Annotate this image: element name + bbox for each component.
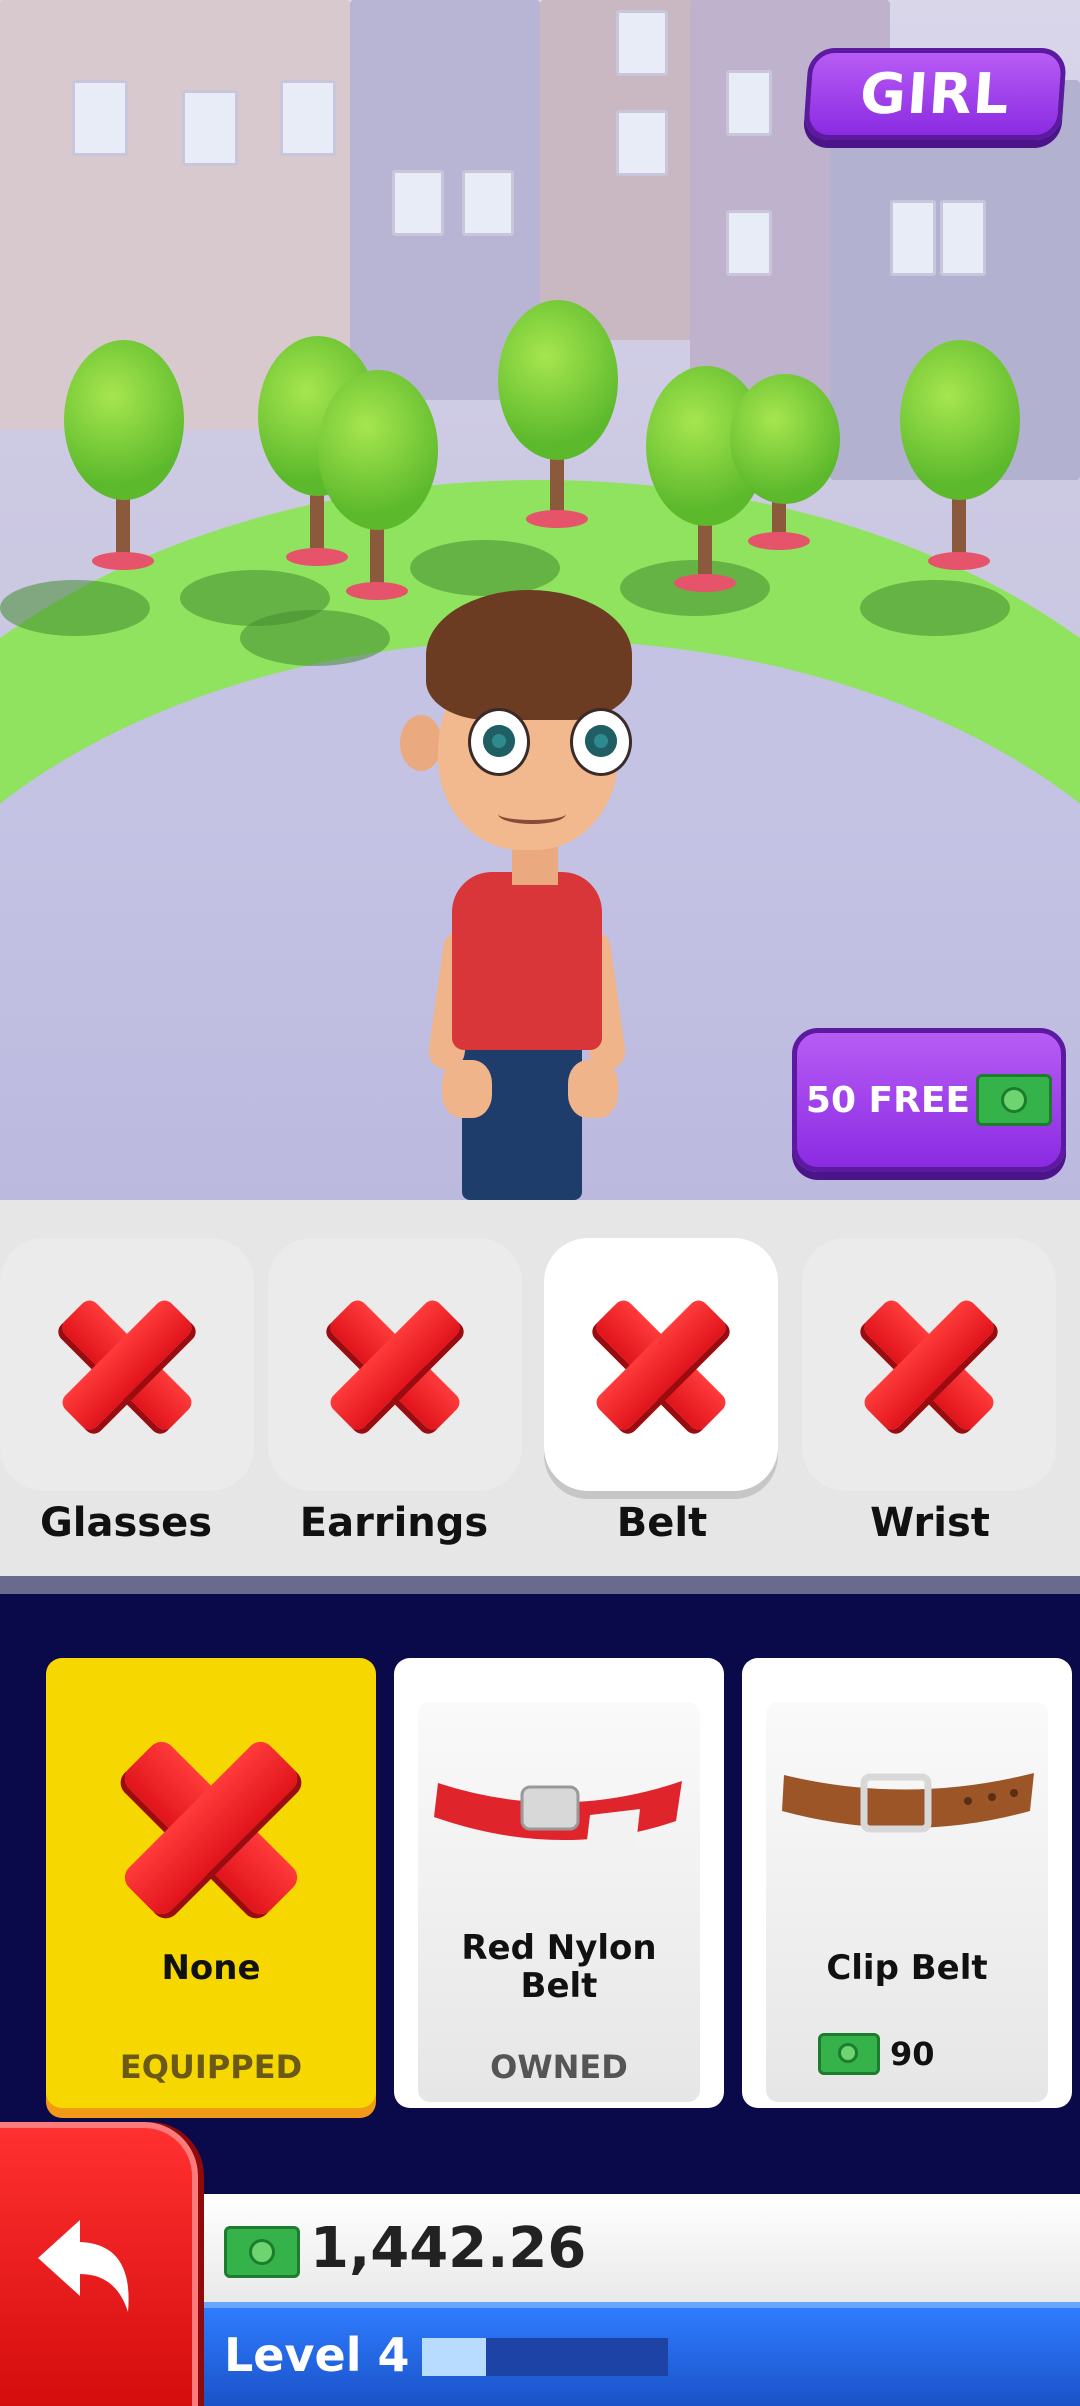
window bbox=[616, 110, 668, 176]
girl-button[interactable]: GIRL bbox=[802, 48, 1068, 140]
item-card-clip-belt[interactable]: Clip Belt 90 bbox=[742, 1658, 1072, 2108]
level-progress-fill bbox=[422, 2338, 486, 2376]
window bbox=[890, 200, 936, 276]
back-button[interactable] bbox=[0, 2122, 198, 2406]
tab-wrist-label: Wrist bbox=[870, 1500, 990, 1546]
clip-belt-icon bbox=[782, 1773, 1034, 1833]
character-eye bbox=[570, 708, 632, 776]
window bbox=[72, 80, 128, 156]
window bbox=[616, 10, 668, 76]
window bbox=[940, 200, 986, 276]
window bbox=[182, 90, 238, 166]
window bbox=[726, 70, 772, 136]
level-label: Level 4 bbox=[224, 2328, 410, 2382]
item-price-value: 90 bbox=[890, 2035, 935, 2073]
item-name: None bbox=[161, 1948, 261, 1988]
level-progress-track bbox=[422, 2338, 668, 2376]
red-x-icon bbox=[320, 1290, 470, 1440]
item-name-line1: Red Nylon bbox=[461, 1928, 657, 1968]
tab-belt[interactable] bbox=[544, 1238, 778, 1491]
tab-earrings-label: Earrings bbox=[299, 1500, 489, 1546]
red-nylon-belt-icon bbox=[434, 1781, 682, 1849]
character-preview-scene: GIRL 50 FREE bbox=[0, 0, 1080, 1200]
tree-shadow bbox=[240, 610, 390, 666]
character-red-shirt bbox=[452, 872, 602, 1050]
red-x-icon bbox=[111, 1728, 311, 1928]
character-mouth bbox=[498, 804, 566, 824]
red-x-icon bbox=[586, 1290, 736, 1440]
item-card-none[interactable]: None EQUIPPED bbox=[46, 1658, 376, 2108]
tab-wrist[interactable] bbox=[802, 1238, 1056, 1491]
girl-button-label: GIRL bbox=[857, 61, 1013, 127]
accessory-category-tabs: Glasses Earrings Belt Wrist bbox=[0, 1200, 1080, 1576]
tree-planter bbox=[526, 510, 588, 528]
item-status: OWNED bbox=[490, 2048, 628, 2086]
character-hand bbox=[568, 1060, 618, 1118]
tree-foliage bbox=[318, 370, 438, 530]
free-cash-button[interactable]: 50 FREE bbox=[792, 1028, 1066, 1172]
item-card-red-nylon-belt[interactable]: Red Nylon Belt OWNED bbox=[394, 1658, 724, 2108]
red-x-icon bbox=[52, 1290, 202, 1440]
tab-glasses[interactable] bbox=[0, 1238, 254, 1491]
item-list: None EQUIPPED Red Nylon Belt OWNED Clip … bbox=[0, 1594, 1080, 2194]
window bbox=[392, 170, 444, 236]
item-price: 90 bbox=[818, 2033, 935, 2075]
player-character bbox=[400, 590, 660, 1200]
money-balance: 1,442.26 bbox=[310, 2216, 587, 2281]
tree-planter bbox=[92, 552, 154, 570]
tree-foliage bbox=[498, 300, 618, 460]
item-status: EQUIPPED bbox=[119, 2048, 303, 2086]
tree-shadow bbox=[0, 580, 150, 636]
free-cash-label: 50 FREE bbox=[805, 1079, 971, 1121]
character-ear bbox=[400, 715, 442, 771]
money-bar: 1,442.26 bbox=[192, 2194, 1080, 2302]
tree-foliage bbox=[64, 340, 184, 500]
tree-foliage bbox=[900, 340, 1020, 500]
tree-planter bbox=[346, 582, 408, 600]
tab-belt-label: Belt bbox=[616, 1500, 708, 1546]
tree-foliage bbox=[730, 374, 840, 504]
item-name: Clip Belt bbox=[826, 1948, 988, 1988]
window bbox=[726, 210, 772, 276]
tab-earrings[interactable] bbox=[268, 1238, 522, 1491]
item-name-line2: Belt bbox=[520, 1966, 598, 2006]
tree-planter bbox=[286, 548, 348, 566]
tree-planter bbox=[928, 552, 990, 570]
character-neck bbox=[512, 845, 558, 885]
cash-icon bbox=[224, 2226, 300, 2278]
character-eye bbox=[468, 708, 530, 776]
character-hair bbox=[426, 590, 632, 720]
character-hand bbox=[442, 1060, 492, 1118]
red-x-icon bbox=[854, 1290, 1004, 1440]
tab-glasses-label: Glasses bbox=[39, 1500, 213, 1546]
level-bar: Level 4 bbox=[192, 2302, 1080, 2406]
window bbox=[462, 170, 514, 236]
window bbox=[280, 80, 336, 156]
tree-planter bbox=[748, 532, 810, 550]
tree-planter bbox=[674, 574, 736, 592]
cash-icon bbox=[818, 2033, 880, 2075]
back-arrow-icon bbox=[38, 2220, 129, 2312]
tree-shadow bbox=[410, 540, 560, 596]
tree-shadow bbox=[860, 580, 1010, 636]
cash-icon bbox=[976, 1074, 1053, 1126]
tabs-divider bbox=[0, 1576, 1080, 1594]
